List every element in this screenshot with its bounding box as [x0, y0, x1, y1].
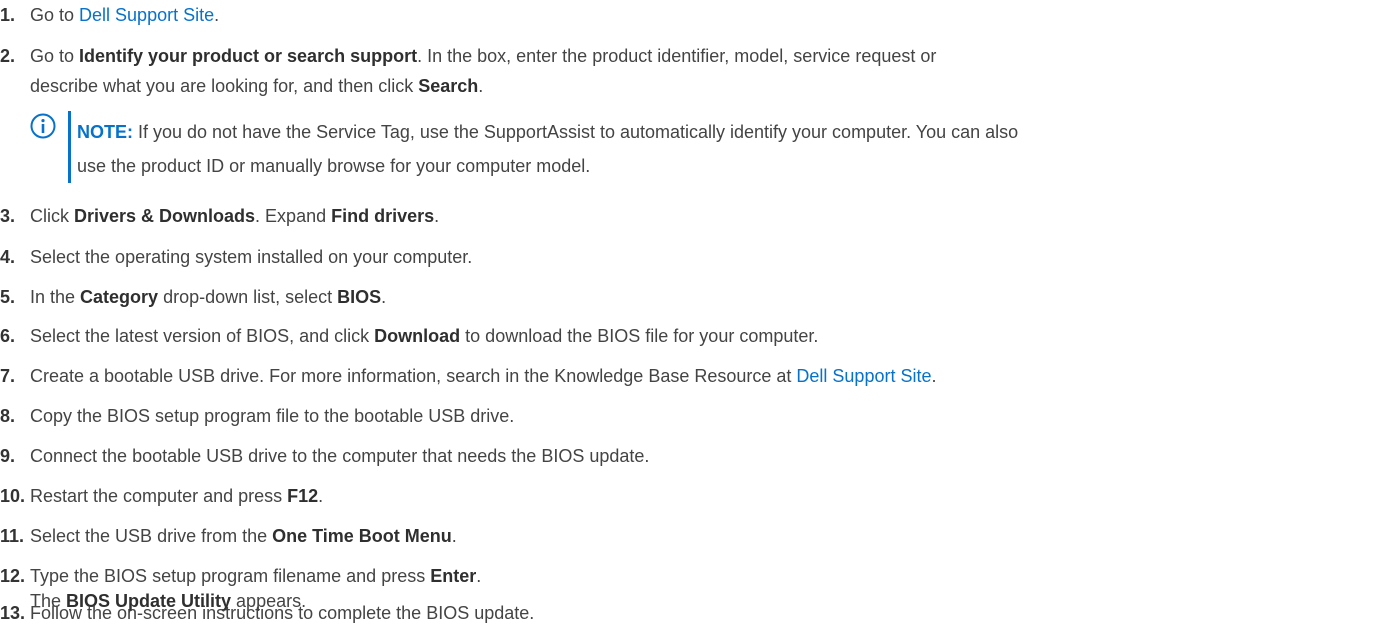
step-number: 1. [0, 5, 16, 25]
text-run: . [931, 366, 937, 386]
note-label: NOTE: [77, 122, 133, 142]
text-run: Go to [30, 5, 80, 25]
bold-term: Enter [430, 566, 477, 586]
step-text: Create a bootable USB drive. For more in… [30, 365, 937, 387]
text-run: In the [30, 287, 81, 307]
step-number: 5. [0, 287, 16, 307]
text-run: . [451, 526, 457, 546]
text-run: . [318, 486, 324, 506]
text-run: Click [30, 206, 74, 226]
step-number: 11. [0, 526, 25, 546]
step-text: Follow the on-screen instructions to com… [30, 603, 535, 623]
text-run: Create a bootable USB drive. For more in… [30, 366, 797, 386]
text-run: describe what you are looking for, and t… [30, 76, 419, 96]
step-number: 8. [0, 406, 16, 426]
text-run: . Expand [255, 206, 332, 226]
step-number: 2. [0, 46, 16, 66]
text-run: to download the BIOS file for your compu… [460, 326, 819, 346]
step-text: Select the operating system installed on… [30, 247, 473, 267]
step-text: In the Category drop-down list, select B… [30, 286, 386, 308]
step-text-continued: describe what you are looking for, and t… [30, 75, 483, 97]
step-number: 12. [0, 566, 26, 586]
bold-term: Category [80, 287, 159, 307]
step-number: 7. [0, 366, 16, 386]
step-number: 3. [0, 206, 16, 226]
note-line-2: use the product ID or manually browse fo… [77, 156, 591, 176]
text-run: . In the box, enter the product identifi… [417, 46, 937, 66]
note-callout: NOTE: If you do not have the Service Tag… [30, 111, 1390, 183]
step-number: 9. [0, 446, 16, 466]
bold-term: Identify your product or search support [79, 46, 418, 66]
step-text: Copy the BIOS setup program file to the … [30, 406, 515, 426]
step-text: Select the USB drive from the One Time B… [30, 525, 457, 547]
dell-support-site-link[interactable]: Dell Support Site [79, 5, 214, 25]
bold-term: F12 [287, 486, 319, 506]
text-run: If you do not have the Service Tag, use … [133, 122, 1019, 142]
text-run: Type the BIOS setup program filename and… [30, 566, 431, 586]
step-text: Go to Identify your product or search su… [30, 45, 936, 67]
note-accent-bar [68, 111, 71, 183]
text-run: drop-down list, select [158, 287, 338, 307]
bold-term: One Time Boot Menu [272, 526, 452, 546]
step-number: 4. [0, 247, 16, 267]
bold-term: Find drivers [331, 206, 435, 226]
step-text: Click Drivers & Downloads. Expand Find d… [30, 205, 439, 227]
step-number: 6. [0, 326, 16, 346]
step-text: Go to Dell Support Site. [30, 4, 219, 26]
text-run: Go to [30, 46, 80, 66]
text-run: . [214, 5, 220, 25]
step-text: Type the BIOS setup program filename and… [30, 565, 481, 587]
note-line-1: NOTE: If you do not have the Service Tag… [77, 115, 1387, 149]
text-run: Select the USB drive from the [30, 526, 273, 546]
step-text: Select the latest version of BIOS, and c… [30, 325, 818, 347]
text-run: Restart the computer and press [30, 486, 288, 506]
bold-term: Search [418, 76, 479, 96]
text-run: Select the latest version of BIOS, and c… [30, 326, 375, 346]
note-text: NOTE: If you do not have the Service Tag… [77, 115, 1387, 183]
step-number: 10. [0, 486, 26, 506]
text-run: . [434, 206, 440, 226]
text-run: . [476, 566, 482, 586]
bold-term: Download [374, 326, 461, 346]
bold-term: BIOS [337, 287, 382, 307]
text-run: . [381, 287, 387, 307]
step-text: Restart the computer and press F12. [30, 485, 323, 507]
bold-term: Drivers & Downloads [74, 206, 256, 226]
text-run: . [478, 76, 484, 96]
info-icon [30, 113, 56, 139]
step-text: Connect the bootable USB drive to the co… [30, 446, 650, 466]
dell-support-site-link[interactable]: Dell Support Site [796, 366, 931, 386]
step-number: 13. [0, 603, 26, 623]
